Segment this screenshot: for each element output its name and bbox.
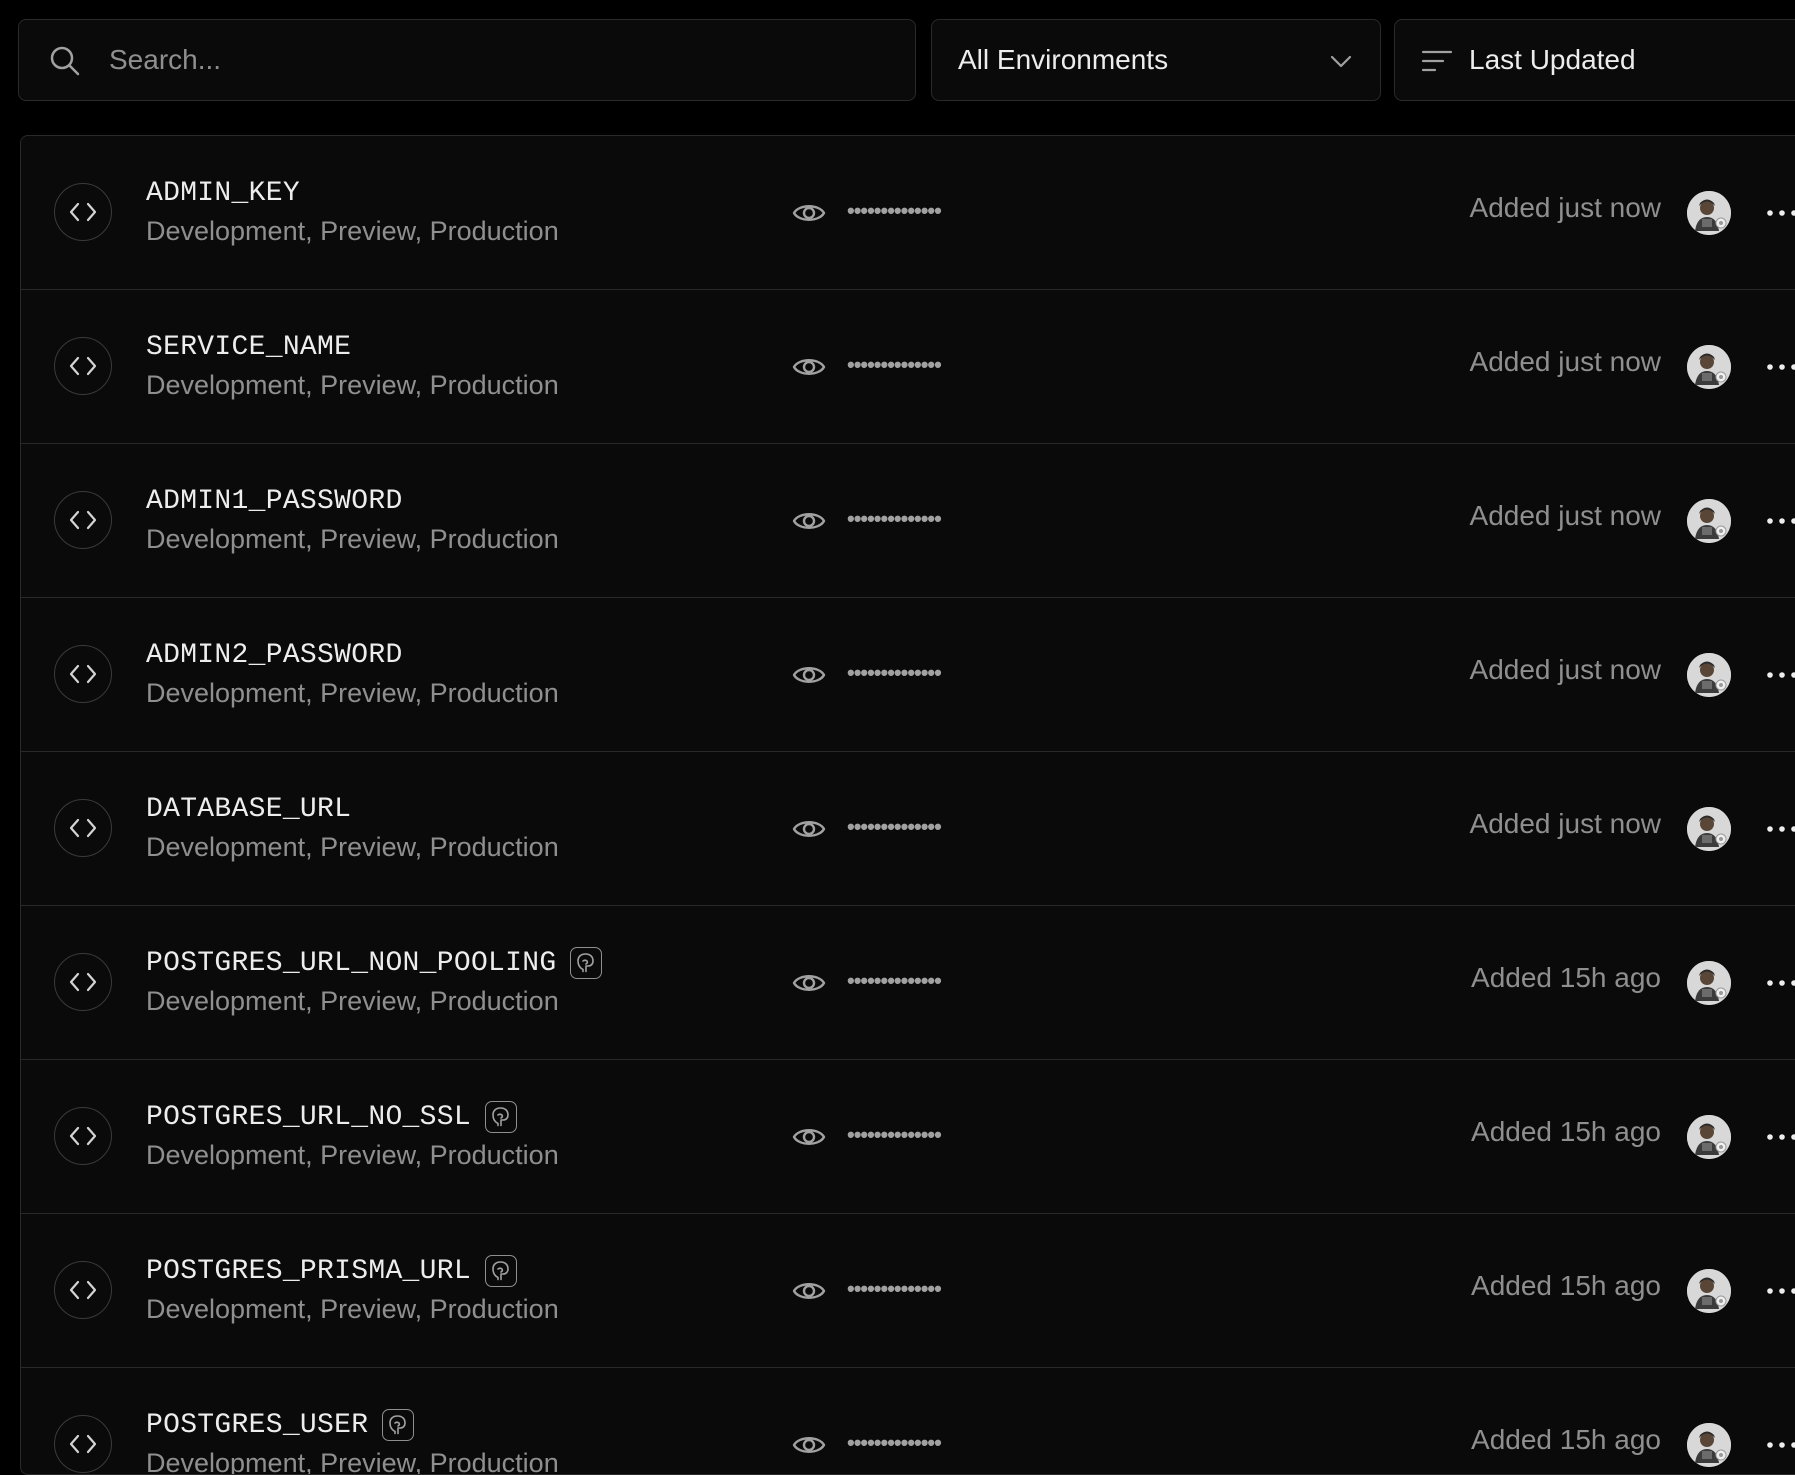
chevron-down-icon — [1330, 55, 1352, 68]
more-options-icon[interactable] — [1762, 658, 1795, 692]
env-variable-row-5[interactable]: DATABASE_URL Development, Preview, Produ… — [21, 752, 1795, 906]
env-variable-row-7[interactable]: POSTGRES_URL_NO_SSL Development, Preview… — [21, 1060, 1795, 1214]
added-timestamp: Added just now — [1469, 500, 1661, 531]
search-icon — [50, 46, 80, 76]
more-options-icon[interactable] — [1762, 1274, 1795, 1308]
environment-filter-select[interactable]: All Environments — [931, 19, 1381, 101]
avatar[interactable] — [1687, 807, 1731, 851]
avatar[interactable] — [1687, 345, 1731, 389]
added-timestamp: Added 15h ago — [1471, 1116, 1661, 1147]
env-variable-row-3[interactable]: ADMIN1_PASSWORD Development, Preview, Pr… — [21, 444, 1795, 598]
avatar[interactable] — [1687, 1269, 1731, 1313]
added-timestamp: Added just now — [1469, 192, 1661, 223]
sort-lines-icon — [1421, 50, 1453, 72]
avatar[interactable] — [1687, 499, 1731, 543]
env-variable-list: ADMIN_KEY Development, Preview, Producti… — [20, 135, 1795, 1475]
toolbar: All Environments Last Updated — [18, 19, 1795, 103]
environment-filter-label: All Environments — [958, 44, 1169, 75]
added-timestamp: Added just now — [1469, 808, 1661, 839]
more-options-icon[interactable] — [1762, 966, 1795, 1000]
env-variable-row-9[interactable]: POSTGRES_USER Development, Preview, Prod… — [21, 1368, 1795, 1474]
added-timestamp: Added 15h ago — [1471, 962, 1661, 993]
env-variable-row-6[interactable]: POSTGRES_URL_NON_POOLING Development, Pr… — [21, 906, 1795, 1060]
env-variable-row-1[interactable]: ADMIN_KEY Development, Preview, Producti… — [21, 136, 1795, 290]
avatar[interactable] — [1687, 653, 1731, 697]
more-options-icon[interactable] — [1762, 196, 1795, 230]
env-variable-row-8[interactable]: POSTGRES_PRISMA_URL Development, Preview… — [21, 1214, 1795, 1368]
search-input[interactable] — [109, 20, 889, 100]
added-timestamp: Added just now — [1469, 346, 1661, 377]
more-options-icon[interactable] — [1762, 350, 1795, 384]
search-box[interactable] — [18, 19, 916, 101]
sort-label: Last Updated — [1469, 44, 1636, 75]
sort-select[interactable]: Last Updated — [1394, 19, 1795, 101]
more-options-icon[interactable] — [1762, 1428, 1795, 1462]
env-variable-row-4[interactable]: ADMIN2_PASSWORD Development, Preview, Pr… — [21, 598, 1795, 752]
added-timestamp: Added 15h ago — [1471, 1270, 1661, 1301]
more-options-icon[interactable] — [1762, 504, 1795, 538]
more-options-icon[interactable] — [1762, 1120, 1795, 1154]
avatar[interactable] — [1687, 191, 1731, 235]
added-timestamp: Added 15h ago — [1471, 1424, 1661, 1455]
env-variable-row-2[interactable]: SERVICE_NAME Development, Preview, Produ… — [21, 290, 1795, 444]
avatar[interactable] — [1687, 1115, 1731, 1159]
added-timestamp: Added just now — [1469, 654, 1661, 685]
avatar[interactable] — [1687, 1423, 1731, 1467]
more-options-icon[interactable] — [1762, 812, 1795, 846]
avatar[interactable] — [1687, 961, 1731, 1005]
